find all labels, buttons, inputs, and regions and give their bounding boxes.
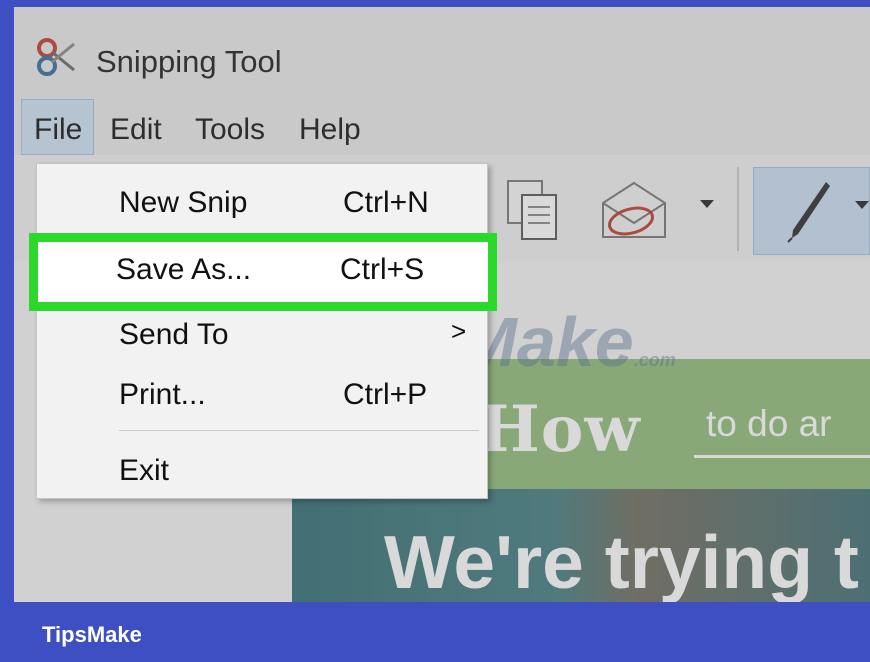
menu-item-label: Exit	[119, 454, 170, 487]
menu-item-new-snip[interactable]: New Snip Ctrl+N	[37, 172, 487, 232]
menu-item-shortcut: Ctrl+N	[343, 186, 429, 219]
footer-brand: TipsMake	[42, 622, 142, 647]
menu-item-label: Print...	[119, 378, 206, 411]
footer-bar: TipsMake	[0, 602, 870, 662]
menu-item-save-as[interactable]: Save As... Ctrl+S	[29, 233, 497, 311]
menu-item-exit[interactable]: Exit	[37, 440, 487, 500]
submenu-arrow-icon: >	[451, 316, 467, 346]
file-menu-dropdown: New Snip Ctrl+N Send To > Print... Ctrl+…	[36, 163, 488, 499]
menu-item-shortcut: Ctrl+P	[343, 378, 428, 411]
save-as-row: Save As... Ctrl+S	[36, 239, 486, 299]
menu-item-label: Send To	[119, 318, 229, 351]
snipping-tool-window: Snipping Tool File Edit Tools Help iHow …	[14, 7, 870, 602]
menu-item-label: New Snip	[119, 186, 248, 219]
menu-item-print[interactable]: Print... Ctrl+P	[37, 364, 487, 424]
menu-item-shortcut: Ctrl+S	[340, 253, 425, 286]
menu-item-label: Save As...	[116, 253, 252, 286]
menu-separator	[119, 430, 479, 431]
watermark-suffix: .com	[633, 350, 676, 370]
menu-item-send-to[interactable]: Send To >	[37, 304, 487, 364]
